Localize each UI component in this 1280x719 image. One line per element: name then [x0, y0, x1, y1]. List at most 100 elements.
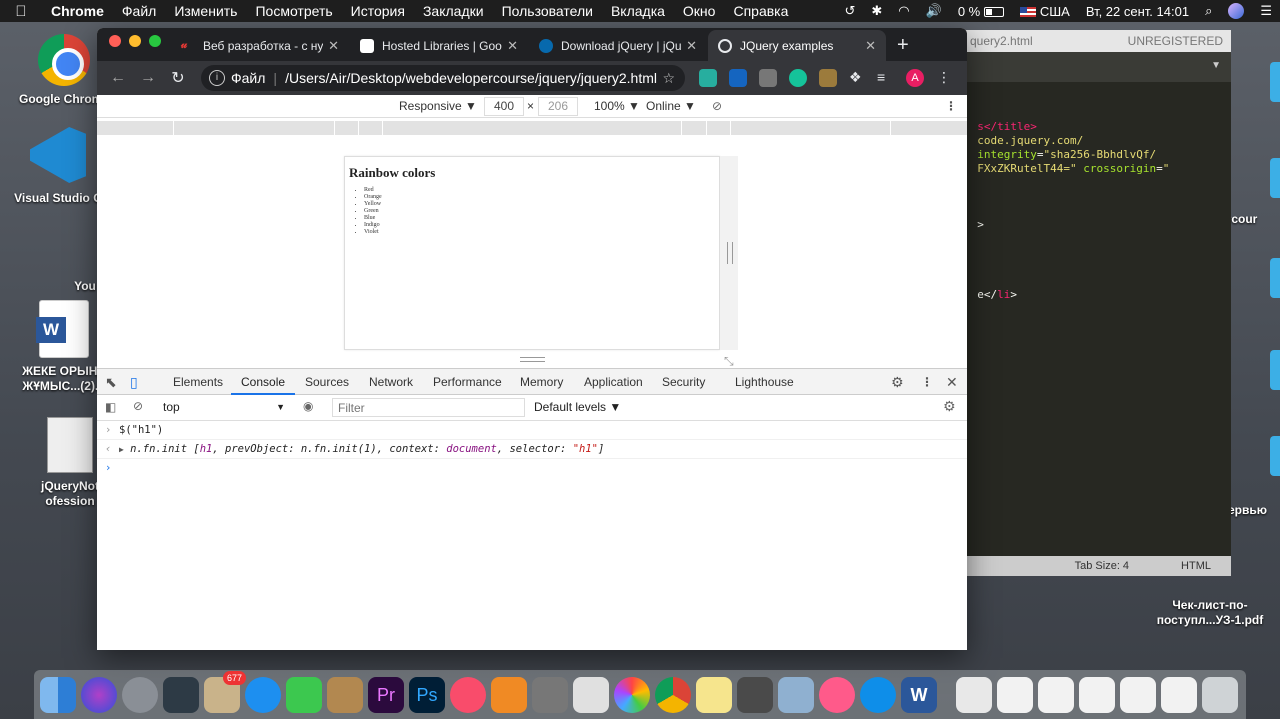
extensions-puzzle-icon[interactable]: ❖: [849, 69, 867, 87]
tab-network[interactable]: Network: [369, 369, 413, 395]
chrome-menu-icon[interactable]: ⋮: [935, 69, 953, 87]
system-preferences-icon[interactable]: [532, 676, 568, 713]
device-toolbar-toggle-icon[interactable]: ▯: [130, 369, 138, 395]
sidebar-toggle-icon[interactable]: ◧: [105, 400, 116, 414]
sublime-editor-window[interactable]: query2.html UNREGISTERED ▼ s</title> cod…: [962, 30, 1231, 576]
tab-close-icon[interactable]: ✕: [328, 38, 339, 54]
info-icon[interactable]: i: [209, 70, 225, 86]
menu-window[interactable]: Окно: [674, 3, 725, 19]
console-input-line[interactable]: › $("h1"): [97, 421, 967, 440]
side-folder-tab[interactable]: [1270, 436, 1280, 476]
editor-code[interactable]: s</title> code.jquery.com/ integrity="sh…: [962, 82, 1231, 302]
menu-people[interactable]: Пользователи: [493, 3, 602, 19]
image-capture-icon[interactable]: [778, 676, 814, 713]
tab-elements[interactable]: Elements: [173, 369, 223, 395]
word-dock-icon[interactable]: W: [901, 676, 937, 713]
console-result-line[interactable]: ‹ ▶ n.fn.init [h1, prevObject: n.fn.init…: [97, 440, 967, 459]
zoom-window-button[interactable]: [149, 35, 161, 47]
inspect-element-icon[interactable]: ⬉: [105, 369, 117, 395]
emulated-page[interactable]: Rainbow colors Red Orange Yellow Green B…: [344, 156, 720, 350]
books-icon[interactable]: [491, 676, 527, 713]
desktop-icon-interview[interactable]: ервью: [1228, 503, 1280, 518]
viewport-resize-handle-right[interactable]: [720, 156, 738, 350]
editor-syntax[interactable]: HTML: [1181, 560, 1211, 572]
log-levels-select[interactable]: Default levels ▼: [534, 400, 621, 414]
photoshop-icon[interactable]: Ps: [409, 676, 445, 713]
extension-icon[interactable]: [699, 69, 717, 87]
extension-pen-icon[interactable]: [819, 69, 837, 87]
address-bar[interactable]: i Файл | /Users/Air/Desktop/webdeveloper…: [201, 65, 685, 91]
side-folder-tab[interactable]: [1270, 258, 1280, 298]
bluetooth-icon[interactable]: ✱: [863, 3, 890, 19]
clock[interactable]: Вт, 22 сент. 14:01: [1078, 4, 1197, 19]
close-devtools-icon[interactable]: ✕: [946, 369, 958, 395]
grammarly-icon[interactable]: [789, 69, 807, 87]
menu-bookmarks[interactable]: Закладки: [414, 3, 493, 19]
address-url[interactable]: /Users/Air/Desktop/webdevelopercourse/jq…: [285, 70, 657, 86]
mail-icon[interactable]: 677: [204, 670, 246, 713]
tab-console[interactable]: Console: [231, 369, 296, 395]
spotlight-search-icon[interactable]: ⌕: [1197, 3, 1220, 19]
tab-download-jquery[interactable]: Download jQuery | jQuery ✕: [529, 30, 707, 61]
media-queue-icon[interactable]: ≡: [877, 69, 895, 87]
tab-performance[interactable]: Performance: [433, 369, 502, 395]
wifi-icon[interactable]: ◠: [890, 3, 917, 19]
volume-icon[interactable]: 🔊: [918, 3, 950, 19]
safari-icon[interactable]: [245, 676, 281, 713]
photos-icon[interactable]: [614, 676, 650, 713]
user-avatar-icon[interactable]: [1220, 3, 1252, 20]
console-prompt[interactable]: ›: [97, 459, 967, 478]
notification-center-icon[interactable]: ☰: [1252, 3, 1280, 19]
tab-close-icon[interactable]: ✕: [686, 38, 697, 54]
tab-dropdown-icon[interactable]: ▼: [1211, 60, 1221, 71]
desktop-icon-vscode[interactable]: Visual Studio C: [8, 127, 108, 206]
finder-icon[interactable]: [40, 676, 76, 713]
facetime-icon[interactable]: [286, 676, 322, 713]
console-settings-gear-icon[interactable]: ⚙: [943, 398, 956, 415]
apple-icon[interactable]: : [0, 3, 42, 20]
viewport-resize-corner-icon[interactable]: ⤡: [724, 354, 734, 369]
side-folder-tab[interactable]: [1270, 62, 1280, 102]
rotate-icon[interactable]: ⊘: [712, 99, 722, 113]
expand-triangle-icon[interactable]: ▶: [119, 445, 124, 454]
extension-calendar-icon[interactable]: [759, 69, 777, 87]
zoom-select[interactable]: 100% ▼: [594, 99, 640, 113]
reload-icon[interactable]: ↻: [163, 68, 193, 88]
tab-jquery-examples[interactable]: JQuery examples ✕: [708, 30, 886, 61]
chrome-dock-icon[interactable]: [655, 676, 691, 713]
recent-file-icon[interactable]: [1038, 676, 1074, 713]
console-output[interactable]: › $("h1") ‹ ▶ n.fn.init [h1, prevObject:…: [97, 421, 967, 478]
trash-icon[interactable]: [1202, 676, 1238, 713]
tab-close-icon[interactable]: ✕: [865, 38, 876, 54]
tab-close-icon[interactable]: ✕: [507, 38, 518, 54]
console-filter-input[interactable]: [332, 398, 525, 417]
contacts-icon[interactable]: [327, 676, 363, 713]
time-machine-icon[interactable]: ↺: [836, 3, 863, 19]
battery-status[interactable]: 0 %: [950, 4, 1012, 19]
teamviewer-icon[interactable]: [860, 676, 896, 713]
viewport-resize-handle-bottom[interactable]: [520, 357, 545, 362]
extension-search-icon[interactable]: [729, 69, 747, 87]
tab-security[interactable]: Security: [662, 369, 705, 395]
side-folder-tab[interactable]: [1270, 158, 1280, 198]
preview-icon[interactable]: [573, 676, 609, 713]
music-icon[interactable]: [450, 676, 486, 713]
back-icon[interactable]: ←: [103, 69, 133, 87]
forward-icon[interactable]: →: [133, 69, 163, 87]
recent-file-icon[interactable]: [1079, 676, 1115, 713]
bookmark-star-icon[interactable]: ☆: [662, 70, 675, 87]
menu-tab[interactable]: Вкладка: [602, 3, 674, 19]
input-source[interactable]: США: [1012, 4, 1078, 19]
devtools-more-icon[interactable]: ⋮: [921, 369, 933, 395]
mission-control-icon[interactable]: [163, 676, 199, 713]
tab-web-development[interactable]: 𝓊 Веб разработка - с нуля ✕: [171, 30, 349, 61]
viewport-width-input[interactable]: 400: [484, 97, 524, 116]
menu-edit[interactable]: Изменить: [165, 3, 246, 19]
desktop-icon-checklist-pdf[interactable]: Чек-лист-по-поступл...УЗ-1.pdf: [1150, 598, 1270, 628]
close-window-button[interactable]: [109, 35, 121, 47]
device-select[interactable]: Responsive ▼: [399, 99, 477, 113]
tab-memory[interactable]: Memory: [520, 369, 563, 395]
downloads-stack-icon[interactable]: [956, 676, 992, 713]
settings-gear-icon[interactable]: ⚙: [891, 369, 904, 395]
media-query-bar[interactable]: [97, 121, 967, 135]
